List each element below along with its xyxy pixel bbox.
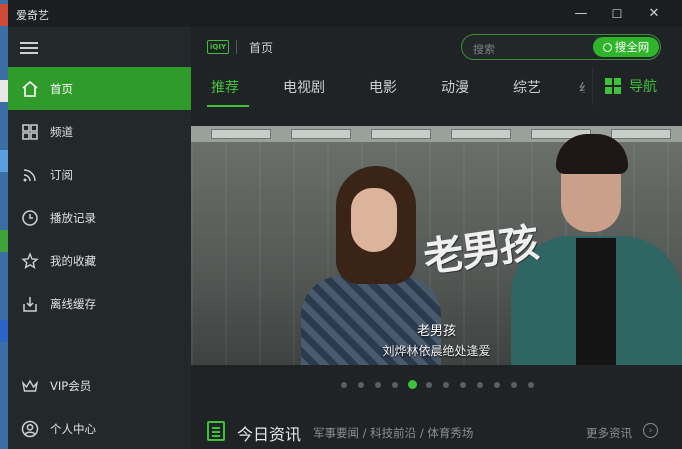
sidebar-item-vip[interactable]: VIP会员	[8, 364, 191, 407]
news-icon	[207, 421, 225, 441]
sidebar-item-label: 我的收藏	[50, 253, 96, 268]
tab-overflow: 纪	[579, 79, 585, 93]
sidebar: 首页 频道 订阅 播放记录 我的收藏 离线缓存 VIP会员 个人中心	[8, 27, 191, 449]
sidebar-item-subscriptions[interactable]: 订阅	[8, 153, 191, 196]
page-title: 首页	[249, 41, 274, 55]
carousel-dot[interactable]	[358, 382, 364, 388]
sidebar-item-label: 频道	[50, 124, 73, 139]
guide-button[interactable]: 导航	[592, 67, 682, 105]
top-bar: iQIY 首页 搜索 搜全网	[191, 27, 682, 65]
chevron-right-icon[interactable]: ›	[643, 423, 658, 438]
carousel-dot[interactable]	[511, 382, 517, 388]
carousel-dot[interactable]	[528, 382, 534, 388]
guide-label: 导航	[629, 79, 657, 95]
sidebar-item-label: 播放记录	[50, 210, 96, 225]
search-button-label: 搜全网	[614, 40, 650, 54]
search-all-button[interactable]: 搜全网	[593, 37, 659, 57]
download-icon	[20, 294, 40, 314]
minimize-button[interactable]: —	[564, 0, 598, 27]
iqiyi-logo[interactable]: iQIY	[207, 40, 229, 54]
more-news-link[interactable]: 更多资讯	[586, 425, 632, 441]
carousel-dot[interactable]	[392, 382, 398, 388]
vip-crown-icon	[20, 376, 40, 396]
news-categories[interactable]: 军事要闻 / 科技前沿 / 体育秀场	[313, 425, 473, 441]
desktop-shortcut-icon	[0, 150, 8, 172]
carousel-dot[interactable]	[477, 382, 483, 388]
search-input[interactable]: 搜索	[473, 41, 495, 57]
maximize-button[interactable]: ☐	[600, 0, 634, 27]
menu-icon[interactable]	[20, 42, 38, 54]
news-section-header: 今日资讯 军事要闻 / 科技前沿 / 体育秀场 更多资讯 ›	[191, 417, 682, 449]
tab-anime[interactable]: 动漫	[441, 77, 469, 97]
banner-caption-subtitle: 刘烨林依晨绝处逢爱	[382, 344, 491, 358]
tab-variety[interactable]: 综艺	[513, 77, 541, 97]
hero-banner[interactable]: 老男孩 老男孩 刘烨林依晨绝处逢爱	[191, 126, 682, 365]
sidebar-item-offline[interactable]: 离线缓存	[8, 282, 191, 325]
carousel-dot[interactable]	[341, 382, 347, 388]
sidebar-item-label: 订阅	[50, 167, 73, 182]
sidebar-item-history[interactable]: 播放记录	[8, 196, 191, 239]
active-tab-indicator	[207, 105, 249, 107]
search-box[interactable]: 搜索 搜全网	[461, 34, 661, 60]
home-icon	[20, 79, 40, 99]
tab-tv-series[interactable]: 电视剧	[283, 77, 325, 97]
sidebar-item-label: 首页	[50, 81, 73, 96]
main-panel: iQIY 首页 搜索 搜全网 推荐 电视剧 电影 动漫 综艺 纪 导航	[191, 27, 682, 449]
carousel-dot[interactable]	[426, 382, 432, 388]
carousel-indicators	[191, 380, 682, 390]
window-title: 爱奇艺	[16, 9, 49, 22]
close-button[interactable]: ✕	[637, 0, 671, 27]
desktop-shortcut-icon	[0, 230, 8, 252]
carousel-dot[interactable]	[408, 380, 417, 389]
divider	[236, 40, 237, 54]
user-icon	[20, 419, 40, 439]
carousel-dot[interactable]	[460, 382, 466, 388]
banner-caption-title: 老男孩	[416, 324, 456, 339]
sidebar-item-label: 个人中心	[50, 421, 96, 436]
desktop-edge	[0, 0, 8, 449]
search-icon	[602, 42, 612, 52]
news-title: 今日资讯	[237, 425, 302, 444]
sidebar-item-label: 离线缓存	[50, 296, 96, 311]
carousel-dot[interactable]	[494, 382, 500, 388]
actress-face	[351, 188, 397, 252]
sidebar-item-home[interactable]: 首页	[8, 67, 191, 110]
grid-icon	[20, 122, 40, 142]
sidebar-item-label: VIP会员	[50, 378, 92, 393]
tab-recommended[interactable]: 推荐	[211, 77, 239, 97]
sidebar-item-favorites[interactable]: 我的收藏	[8, 239, 191, 282]
sidebar-item-profile[interactable]: 个人中心	[8, 407, 191, 449]
desktop-shortcut-icon	[0, 80, 8, 102]
rss-icon	[20, 165, 40, 185]
clock-icon	[20, 208, 40, 228]
carousel-dot[interactable]	[443, 382, 449, 388]
star-icon	[20, 251, 40, 271]
window-titlebar: 爱奇艺 — ☐ ✕	[8, 0, 682, 27]
guide-grid-icon	[605, 78, 621, 94]
desktop-shortcut-icon	[0, 320, 8, 342]
sidebar-item-channels[interactable]: 频道	[8, 110, 191, 153]
desktop-shortcut-icon	[0, 4, 8, 26]
tab-movies[interactable]: 电影	[369, 77, 397, 97]
carousel-dot[interactable]	[375, 382, 381, 388]
